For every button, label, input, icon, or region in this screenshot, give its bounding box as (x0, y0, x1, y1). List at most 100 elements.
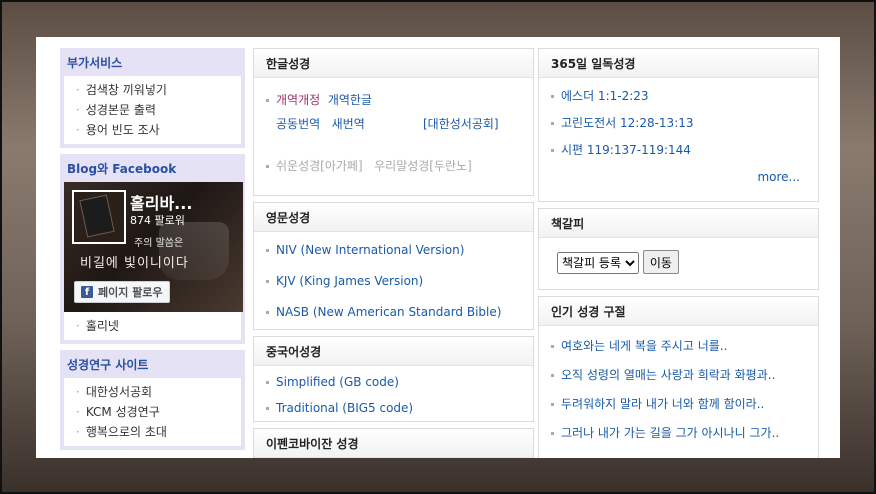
link-simplified[interactable]: Simplified (GB code) (276, 375, 399, 389)
research-item-bible-society[interactable]: · 대한성서공회 (70, 382, 235, 402)
blog-links: · 홀리넷 (64, 312, 241, 340)
bible-book-icon (80, 195, 114, 237)
chinese-bible-box: 중국어성경 Simplified (GB code) Traditional (… (253, 336, 534, 422)
services-item-label[interactable]: 검색창 끼워넣기 (86, 83, 167, 97)
blog-title: Blog와 Facebook (67, 162, 177, 176)
bullet-icon (551, 95, 554, 98)
daily-reading-box: 365일 일독성경 에스더 1:1-2:23 고린도전서 12:28-13:13… (538, 48, 819, 202)
link-niv[interactable]: NIV (New International Version) (276, 243, 464, 257)
sidebar: 부가서비스 · 검색창 끼워넣기 · 성경본문 출력 · 용어 빈도 조사 Blog와… (60, 48, 245, 456)
daily-link-esther[interactable]: 에스더 1:1-2:23 (561, 89, 649, 103)
research-item-kcm[interactable]: · KCM 성경연구 (70, 402, 235, 422)
popular-verses-body: 여호와는 네게 복을 주시고 너를.. 오직 성령의 열매는 사랑과 희락과 화… (539, 326, 818, 449)
fb-page-name[interactable]: 홀리바... (130, 190, 192, 214)
daily-reading-title: 365일 일독성경 (539, 49, 818, 78)
bullet-icon (266, 407, 269, 410)
chinese-bible-body: Simplified (GB code) Traditional (BIG5 c… (254, 366, 533, 424)
facebook-icon: f (81, 286, 93, 298)
research-item-invitation[interactable]: · 행복으로의 초대 (70, 422, 235, 442)
link-revised-new[interactable]: 개역개정 (276, 93, 320, 107)
page-content: 부가서비스 · 검색창 끼워넣기 · 성경본문 출력 · 용어 빈도 조사 Blog와… (36, 37, 840, 458)
bullet-icon (266, 249, 269, 252)
bullet-icon (551, 374, 554, 377)
link-nasb[interactable]: NASB (New American Standard Bible) (276, 305, 501, 319)
next-bible-box: 이펜코바이잔 성경 (253, 428, 534, 458)
link-new-translation[interactable]: 새번역 (332, 117, 365, 131)
chinese-row: Traditional (BIG5 code) (266, 398, 521, 418)
bullet-icon: · (76, 385, 80, 399)
daily-reading-body: 에스더 1:1-2:23 고린도전서 12:28-13:13 시편 119:13… (539, 78, 818, 193)
english-bible-body: NIV (New International Version) KJV (Kin… (254, 232, 533, 328)
bookmark-box: 책갈피 책갈피 등록 이동 (538, 208, 819, 290)
korean-row-1: 개역개정 개역한글 (266, 90, 521, 110)
bullet-icon (266, 280, 269, 283)
research-title: 성경연구 사이트 (67, 358, 149, 372)
bookmark-body: 책갈피 등록 이동 (539, 238, 818, 286)
research-item-label[interactable]: 행복으로의 초대 (86, 425, 167, 439)
bullet-icon (551, 122, 554, 125)
popular-link-2[interactable]: 오직 성령의 열매는 사랑과 희락과 화평과.. (561, 368, 775, 382)
fb-follow-button[interactable]: f 페이지 팔로우 (74, 281, 170, 303)
services-item-search-embed[interactable]: · 검색창 끼워넣기 (70, 80, 235, 100)
bible-versions-column: 한글성경 개역개정 개역한글 공동번역 새번역 [대한성서공회] 쉬운성경[아가… (253, 48, 534, 458)
korean-bible-box: 한글성경 개역개정 개역한글 공동번역 새번역 [대한성서공회] 쉬운성경[아가… (253, 48, 534, 196)
research-item-label[interactable]: KCM 성경연구 (86, 405, 160, 419)
link-traditional[interactable]: Traditional (BIG5 code) (276, 401, 413, 415)
research-panel: 성경연구 사이트 · 대한성서공회 · KCM 성경연구 · 행복으로의 초대 (60, 350, 245, 450)
popular-link-1[interactable]: 여호와는 네게 복을 주시고 너를.. (561, 339, 727, 353)
bullet-icon (551, 432, 554, 435)
popular-verses-box: 인기 성경 구절 여호와는 네게 복을 주시고 너를.. 오직 성령의 열매는 … (538, 296, 819, 458)
bookmark-select[interactable]: 책갈피 등록 (557, 251, 639, 274)
blog-link-label[interactable]: 홀리넷 (86, 319, 119, 333)
link-kjv[interactable]: KJV (King James Version) (276, 274, 423, 288)
daily-item: 에스더 1:1-2:23 (551, 86, 806, 106)
services-item-label[interactable]: 성경본문 출력 (86, 103, 156, 117)
services-item-label[interactable]: 용어 빈도 조사 (86, 123, 160, 137)
link-revised[interactable]: 개역한글 (328, 93, 372, 107)
our-language-bible-label: 우리말성경[두란노] (374, 159, 472, 173)
glass-icon (159, 222, 229, 280)
easy-bible-label: 쉬운성경[아가페] (276, 159, 363, 173)
popular-item: 두려워하지 말라 내가 너와 함께 함이라.. (551, 394, 806, 414)
english-row: KJV (King James Version) (266, 271, 521, 291)
daily-more-link[interactable]: more... (757, 170, 800, 184)
bullet-icon: · (76, 405, 80, 419)
daily-more-row: more... (551, 167, 806, 187)
services-title: 부가서비스 (67, 56, 123, 70)
korean-bible-title: 한글성경 (254, 49, 533, 78)
korean-row-3: 쉬운성경[아가페] 우리말성경[두란노] (266, 156, 521, 176)
english-bible-title: 영문성경 (254, 203, 533, 232)
research-item-label[interactable]: 대한성서공회 (86, 385, 152, 399)
chinese-row: Simplified (GB code) (266, 372, 521, 392)
bookmark-go-button[interactable]: 이동 (642, 250, 679, 274)
next-bible-title: 이펜코바이잔 성경 (254, 429, 533, 458)
publisher-bible-society[interactable]: [대한성서공회] (423, 114, 499, 134)
facebook-page-plugin[interactable]: 홀리바... 874 팔로워 주의 말씀은 비길에 빛이니이다 f 페이지 팔로… (64, 182, 243, 312)
services-item-frequency[interactable]: · 용어 빈도 조사 (70, 120, 235, 140)
english-row: NASB (New American Standard Bible) (266, 302, 521, 322)
blog-link-holynet[interactable]: · 홀리넷 (70, 316, 235, 336)
chinese-bible-title: 중국어성경 (254, 337, 533, 366)
daily-link-corinthians[interactable]: 고린도전서 12:28-13:13 (561, 116, 694, 130)
fb-overlay-text: 비길에 빛이니이다 (80, 256, 189, 271)
bullet-icon (266, 99, 269, 102)
fb-follow-label: 페이지 팔로우 (98, 286, 163, 299)
popular-link-3[interactable]: 두려워하지 말라 내가 너와 함께 함이라.. (561, 397, 764, 411)
bullet-icon: · (76, 83, 80, 97)
bullet-icon (551, 345, 554, 348)
page-avatar[interactable] (72, 190, 126, 244)
bullet-icon: · (76, 319, 80, 333)
blog-panel: Blog와 Facebook 홀리바... 874 팔로워 주의 말씀은 비길에… (60, 154, 245, 344)
services-item-print[interactable]: · 성경본문 출력 (70, 100, 235, 120)
link-common-translation[interactable]: 공동번역 (276, 117, 320, 131)
fb-overlay-small: 주의 말씀은 (134, 238, 184, 249)
popular-item: 그러나 내가 가는 길을 그가 아시나니 그가.. (551, 423, 806, 443)
daily-link-psalms[interactable]: 시편 119:137-119:144 (561, 143, 691, 157)
right-column: 365일 일독성경 에스더 1:1-2:23 고린도전서 12:28-13:13… (538, 48, 819, 458)
popular-verses-title: 인기 성경 구절 (539, 297, 818, 326)
popular-link-4[interactable]: 그러나 내가 가는 길을 그가 아시나니 그가.. (561, 426, 779, 440)
bullet-icon (266, 381, 269, 384)
bullet-icon (551, 149, 554, 152)
bookmark-title: 책갈피 (539, 209, 818, 238)
bullet-icon (266, 311, 269, 314)
